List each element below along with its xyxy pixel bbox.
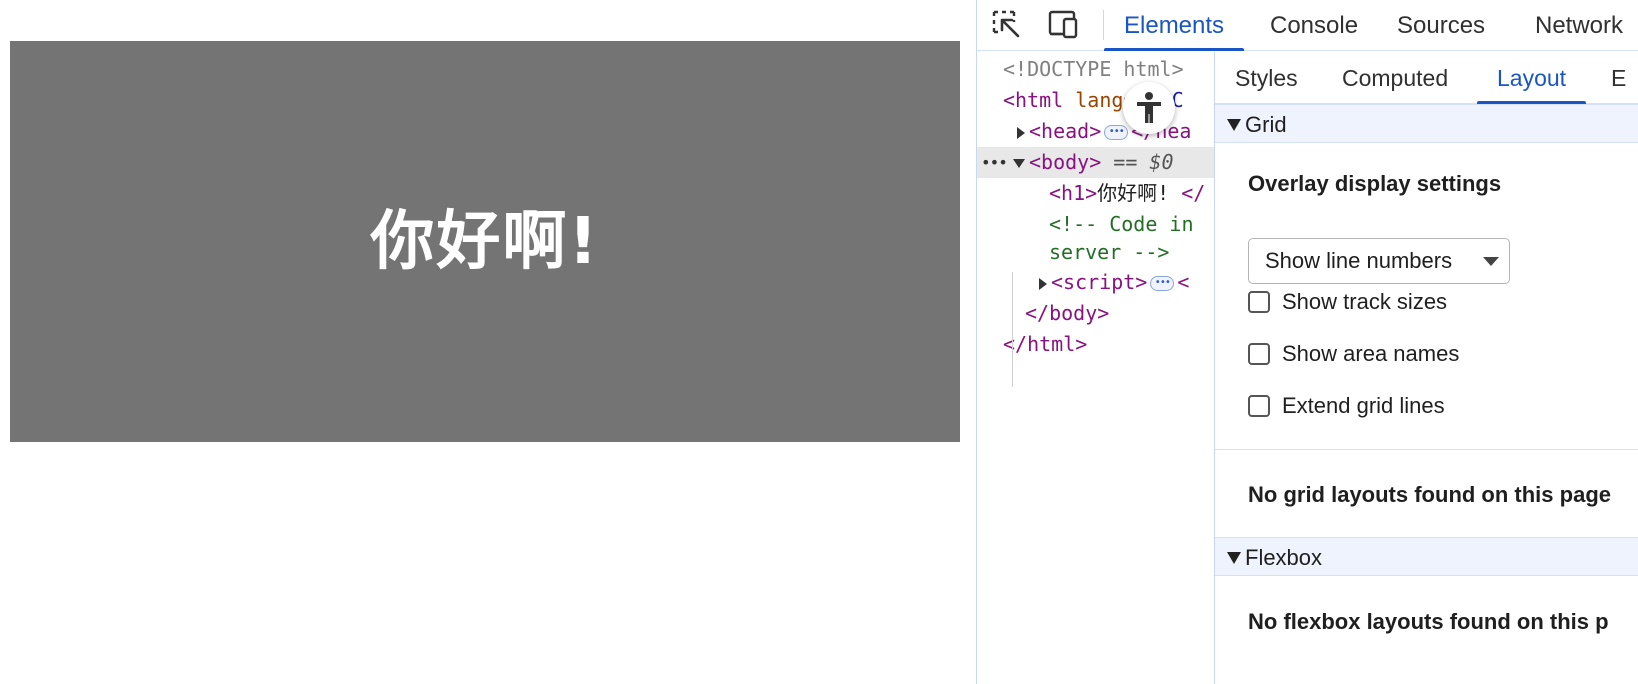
dom-comment-node[interactable]: <!-- Code in [1049,209,1194,240]
dom-comment-continuation: server --> [1049,237,1169,268]
grid-section-header[interactable]: Grid [1215,104,1638,143]
html-tag: <html [1003,88,1064,112]
grid-section-title: Grid [1245,112,1287,137]
extend-grid-lines-checkbox[interactable] [1248,395,1270,417]
flexbox-section-title: Flexbox [1245,545,1323,570]
page-heading: 你好啊! [370,204,600,279]
comment-text-line2: server --> [1049,240,1170,264]
accessibility-tree-button[interactable] [1123,82,1175,134]
tab-console[interactable]: Console [1250,0,1378,51]
tab-elements[interactable]: Elements [1104,0,1245,51]
dom-doctype[interactable]: <!DOCTYPE html> [1003,54,1184,85]
expand-arrow-icon[interactable] [1017,126,1025,139]
show-track-sizes-label: Show track sizes [1282,289,1448,314]
no-flexbox-message: No flexbox layouts found on this p [1248,609,1609,634]
overlay-settings-title: Overlay display settings [1248,171,1502,196]
html-close-tag: </html> [1003,332,1088,356]
inspect-element-icon[interactable] [989,9,1023,39]
tab-layout[interactable]: Layout [1477,52,1587,104]
tab-sources[interactable]: Sources [1377,0,1505,51]
section-divider [1215,449,1638,450]
script-close-tag: < [1177,270,1190,294]
h1-text: 你好啊! [1097,181,1170,205]
selected-node-marker: == $0 [1113,150,1174,174]
side-tab-bar: Styles Computed Layout E [1215,52,1638,104]
tab-computed[interactable]: Computed [1322,52,1468,104]
collapse-arrow-icon [1227,551,1241,564]
script-tag: <script> [1051,270,1148,294]
collapsed-children-icon[interactable] [1104,117,1129,147]
page-viewport: 你好啊! [0,0,975,684]
dom-html-close[interactable]: </html> [1003,329,1087,360]
comment-text-line1: <!-- Code in [1049,212,1194,236]
flexbox-section-header[interactable]: Flexbox [1215,537,1638,576]
tab-event-listeners[interactable]: E [1591,52,1638,104]
tab-styles[interactable]: Styles [1215,52,1318,104]
show-area-names-option[interactable]: Show area names [1248,339,1459,369]
accessibility-icon [1137,92,1161,123]
layout-side-pane: Styles Computed Layout E Grid Overlay di… [1214,52,1638,684]
dom-script-node[interactable]: <script> < [1039,267,1189,298]
line-numbers-select-value: Show line numbers [1265,248,1453,273]
html-attr-name: lang [1075,88,1124,112]
head-tag: <head> [1029,119,1102,143]
expand-arrow-icon[interactable] [1039,277,1047,290]
devtools-toolbar: Elements Console Sources Network [977,0,1638,51]
dom-tree: <!DOCTYPE html> <html lang=zh-C <head></… [977,52,1214,684]
body-tag: <body> [1029,150,1102,174]
show-area-names-label: Show area names [1282,341,1460,366]
collapse-arrow-icon [1227,118,1241,131]
show-track-sizes-checkbox[interactable] [1248,291,1270,313]
devtools-panel: Elements Console Sources Network <!DOCTY… [976,0,1638,684]
hero-block: 你好啊! [10,41,960,442]
doctype-text: <!DOCTYPE html> [1003,57,1184,81]
row-actions-icon[interactable]: ••• [981,147,1008,178]
collapse-arrow-icon[interactable] [1013,159,1025,168]
show-area-names-checkbox[interactable] [1248,343,1270,365]
dom-h1-node[interactable]: <h1>你好啊! </ [1049,178,1205,209]
h1-close-tag: </ [1181,181,1206,205]
no-grid-message: No grid layouts found on this page [1248,482,1611,507]
line-numbers-select[interactable]: Show line numbers [1248,238,1510,284]
dom-body-close[interactable]: </body> [1025,298,1109,329]
collapsed-children-icon[interactable] [1150,268,1175,298]
show-track-sizes-option[interactable]: Show track sizes [1248,287,1447,317]
extend-grid-lines-label: Extend grid lines [1282,393,1445,418]
extend-grid-lines-option[interactable]: Extend grid lines [1248,391,1445,421]
tab-network[interactable]: Network [1515,0,1638,51]
chevron-down-icon [1483,257,1499,266]
indent-guide [1012,272,1013,387]
device-toolbar-icon[interactable] [1047,9,1081,39]
dom-body-node[interactable]: ••• <body> == $0 [977,147,1214,178]
body-close-tag: </body> [1025,301,1110,325]
h1-tag: <h1> [1049,181,1098,205]
